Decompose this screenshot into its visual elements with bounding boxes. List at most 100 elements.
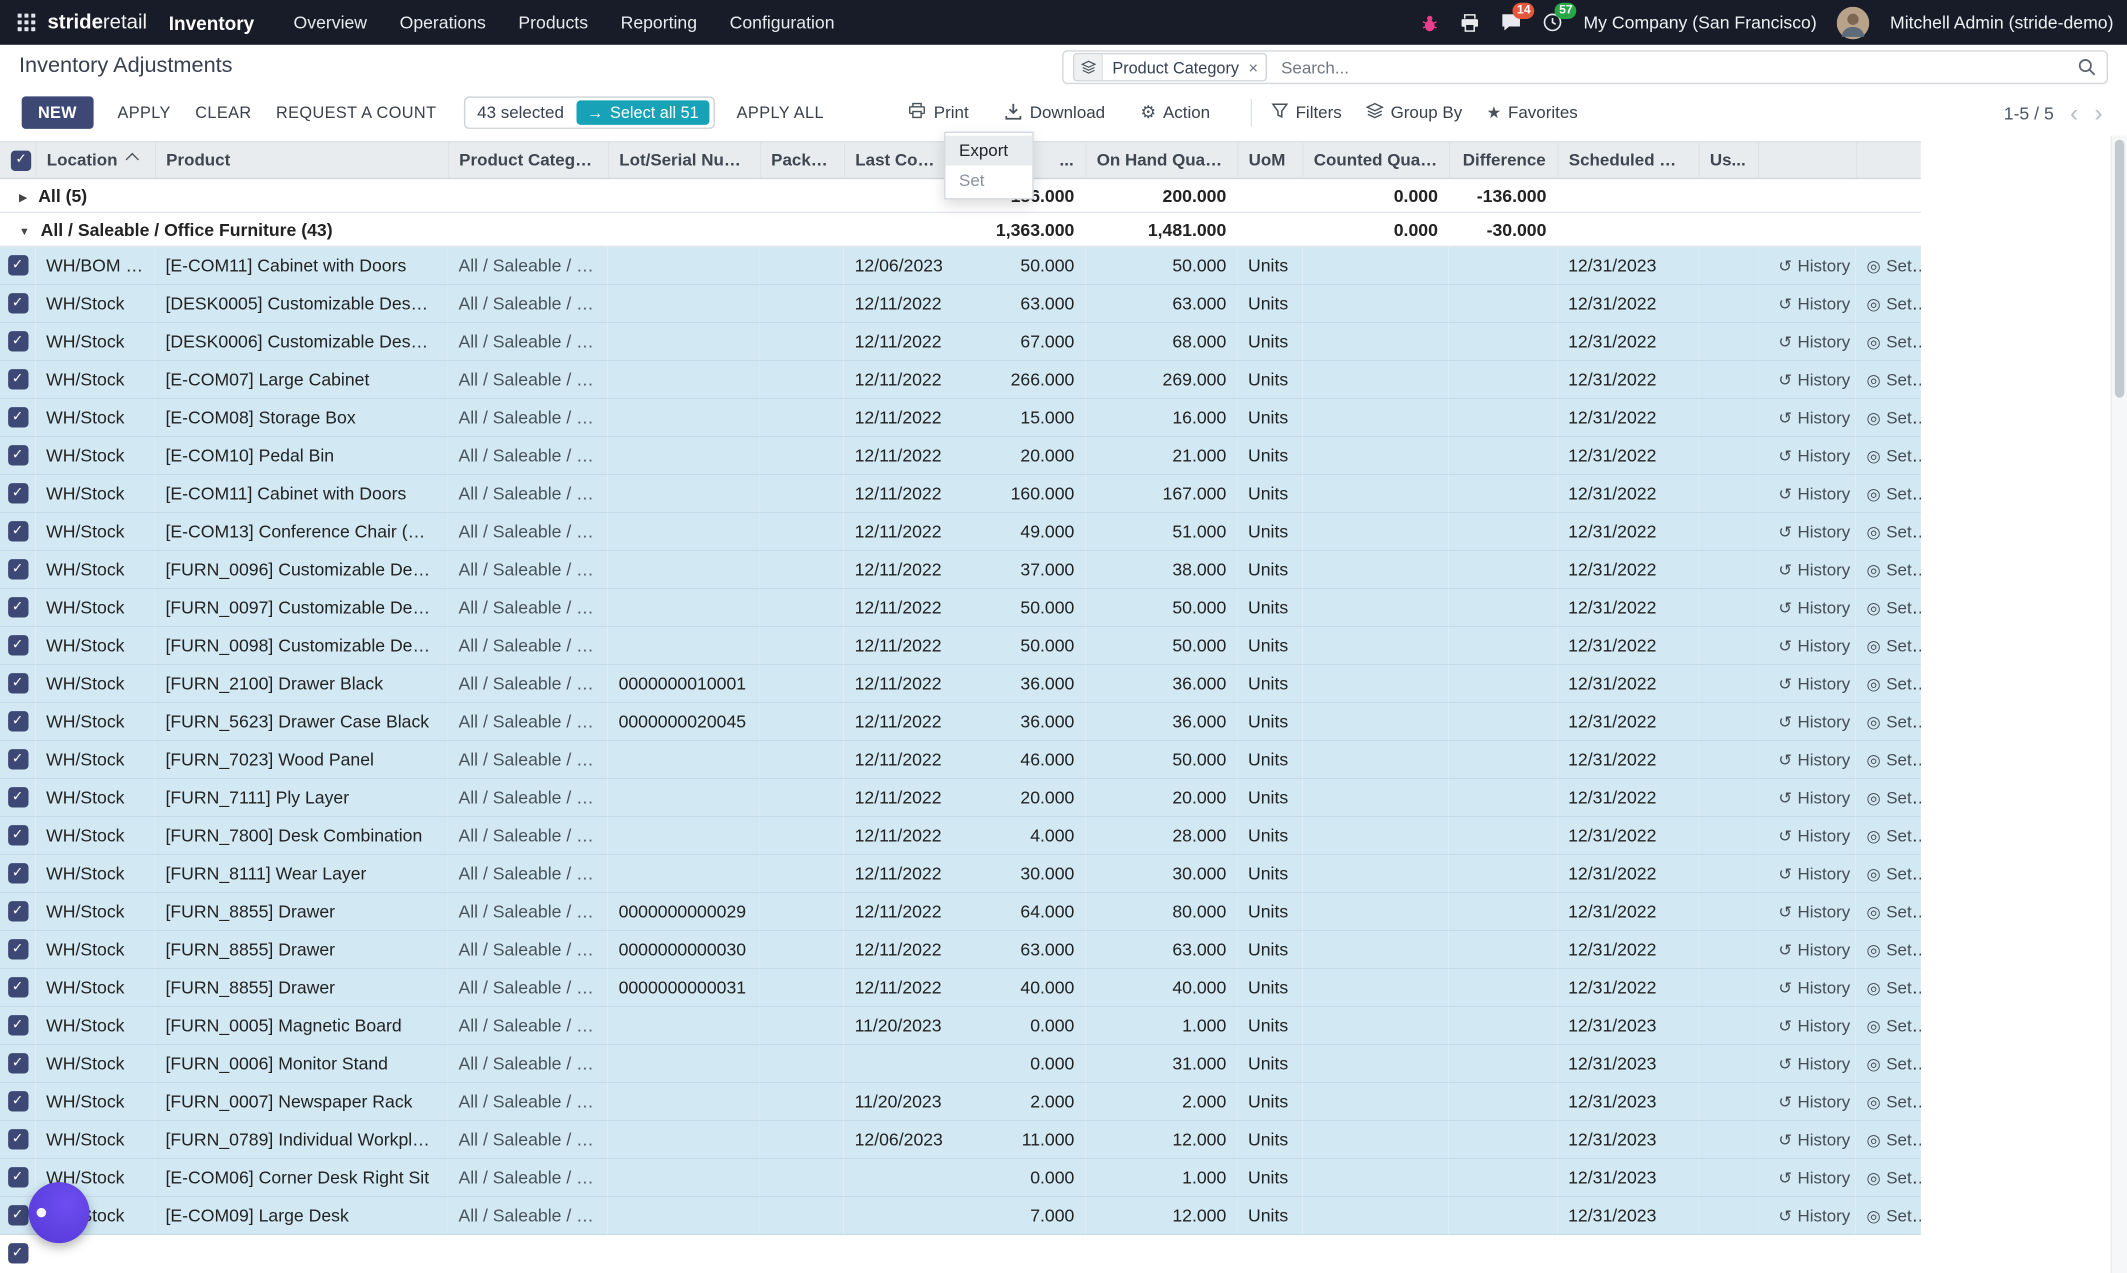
row-checkbox[interactable]: ✓ bbox=[7, 673, 27, 693]
menu-configuration[interactable]: Configuration bbox=[715, 7, 850, 38]
table-row[interactable]: ✓WH/Stock[DESK0005] Customizable Desk (C… bbox=[0, 284, 1921, 322]
history-button[interactable]: ↺History bbox=[1778, 940, 1850, 959]
search-bar[interactable]: Product Category × bbox=[1062, 50, 2108, 84]
row-checkbox[interactable]: ✓ bbox=[7, 863, 27, 883]
set-button[interactable]: ◎Set bbox=[1867, 750, 1912, 769]
column-header-location[interactable]: Location bbox=[35, 142, 154, 179]
row-checkbox[interactable]: ✓ bbox=[7, 635, 27, 655]
group-by-button[interactable]: Group By bbox=[1366, 102, 1462, 124]
company-switcher[interactable]: My Company (San Francisco) bbox=[1583, 12, 1816, 32]
column-header-counted-quanti[interactable]: Counted Quanti... bbox=[1302, 142, 1449, 179]
caret-right-icon[interactable]: ▶ bbox=[19, 191, 27, 203]
row-checkbox[interactable]: ✓ bbox=[7, 977, 27, 997]
set-button[interactable]: ◎Set bbox=[1867, 332, 1912, 351]
column-header-last-count-d[interactable]: Last Count D... bbox=[844, 142, 955, 179]
history-button[interactable]: ↺History bbox=[1778, 446, 1850, 465]
history-button[interactable]: ↺History bbox=[1778, 1206, 1850, 1225]
print-button[interactable]: Print bbox=[908, 102, 969, 124]
history-button[interactable]: ↺History bbox=[1778, 256, 1850, 275]
history-button[interactable]: ↺History bbox=[1778, 712, 1850, 731]
scrollbar-thumb[interactable] bbox=[2115, 140, 2124, 398]
row-checkbox[interactable]: ✓ bbox=[7, 483, 27, 503]
column-header-packa[interactable]: Packa... bbox=[760, 142, 844, 179]
table-row[interactable]: ✓WH/Stock[FURN_0098] Customizable Desk (… bbox=[0, 626, 1921, 664]
history-button[interactable]: ↺History bbox=[1778, 294, 1850, 313]
table-row[interactable]: ✓WH/Stock[FURN_8855] DrawerAll / Saleabl… bbox=[0, 892, 1921, 930]
brand-logo[interactable]: strideretail bbox=[47, 11, 147, 34]
row-checkbox[interactable]: ✓ bbox=[7, 1243, 27, 1263]
activities-icon[interactable]: 57 bbox=[1543, 12, 1563, 32]
table-row[interactable]: ✓WH/Stock[E-COM11] Cabinet with DoorsAll… bbox=[0, 474, 1921, 512]
set-button[interactable]: ◎Set bbox=[1867, 484, 1912, 503]
set-button[interactable]: ◎Set bbox=[1867, 902, 1912, 921]
row-checkbox[interactable]: ✓ bbox=[7, 597, 27, 617]
table-row[interactable]: ✓WH/Stock[FURN_0096] Customizable Desk (… bbox=[0, 550, 1921, 588]
filters-button[interactable]: Filters bbox=[1271, 102, 1342, 124]
history-button[interactable]: ↺History bbox=[1778, 978, 1850, 997]
favorites-button[interactable]: ★ Favorites bbox=[1487, 103, 1578, 122]
menu-reporting[interactable]: Reporting bbox=[606, 7, 712, 38]
table-row[interactable]: ✓WH/Stock[FURN_7800] Desk CombinationAll… bbox=[0, 816, 1921, 854]
history-button[interactable]: ↺History bbox=[1778, 750, 1850, 769]
table-row[interactable]: ✓WH/Stock[E-COM08] Storage BoxAll / Sale… bbox=[0, 398, 1921, 436]
table-row[interactable]: ✓WH/Stock[FURN_0789] Individual Workplac… bbox=[0, 1120, 1921, 1158]
row-checkbox[interactable]: ✓ bbox=[7, 711, 27, 731]
row-checkbox[interactable]: ✓ bbox=[7, 331, 27, 351]
history-button[interactable]: ↺History bbox=[1778, 902, 1850, 921]
action-menu-item-set[interactable]: Set bbox=[945, 166, 1032, 196]
set-button[interactable]: ◎Set bbox=[1867, 446, 1912, 465]
row-checkbox[interactable]: ✓ bbox=[7, 369, 27, 389]
vertical-scrollbar[interactable] bbox=[2111, 136, 2127, 1273]
column-header-on-hand-quant[interactable]: On Hand Quant... bbox=[1085, 142, 1237, 179]
user-menu[interactable]: Mitchell Admin (stride-demo) bbox=[1890, 12, 2113, 32]
table-row[interactable]: ✓WH/Stock[FURN_8855] DrawerAll / Saleabl… bbox=[0, 968, 1921, 1006]
history-button[interactable]: ↺History bbox=[1778, 674, 1850, 693]
table-row[interactable]: ✓WH/Stock[FURN_0007] Newspaper RackAll /… bbox=[0, 1082, 1921, 1120]
history-button[interactable]: ↺History bbox=[1778, 1054, 1850, 1073]
set-button[interactable]: ◎Set bbox=[1867, 674, 1912, 693]
table-row[interactable]: ✓WH/Stock[FURN_8111] Wear LayerAll / Sal… bbox=[0, 854, 1921, 892]
row-checkbox[interactable]: ✓ bbox=[7, 939, 27, 959]
history-button[interactable]: ↺History bbox=[1778, 826, 1850, 845]
set-button[interactable]: ◎Set bbox=[1867, 712, 1912, 731]
action-menu-item-export[interactable]: Export bbox=[945, 136, 1032, 166]
row-checkbox[interactable]: ✓ bbox=[7, 1205, 27, 1225]
apply-all-button[interactable]: APPLY ALL bbox=[737, 103, 824, 122]
table-row[interactable]: ✓WH/Stock[FURN_2100] Drawer BlackAll / S… bbox=[0, 664, 1921, 702]
avatar[interactable] bbox=[1837, 6, 1870, 39]
table-row[interactable]: ✓WH/Stock[FURN_8855] DrawerAll / Saleabl… bbox=[0, 930, 1921, 968]
history-button[interactable]: ↺History bbox=[1778, 598, 1850, 617]
column-header-us[interactable]: Us... bbox=[1698, 142, 1758, 179]
group-row[interactable]: ▼All / Saleable / Office Furniture (43)1… bbox=[0, 212, 1921, 246]
column-header-lot-serial-num[interactable]: Lot/Serial Num... bbox=[608, 142, 760, 179]
column-header-difference[interactable]: Difference bbox=[1449, 142, 1558, 179]
download-button[interactable]: Download bbox=[1004, 101, 1105, 124]
row-checkbox[interactable]: ✓ bbox=[7, 255, 27, 275]
set-button[interactable]: ◎Set bbox=[1867, 522, 1912, 541]
history-button[interactable]: ↺History bbox=[1778, 332, 1850, 351]
set-button[interactable]: ◎Set bbox=[1867, 1016, 1912, 1035]
menu-operations[interactable]: Operations bbox=[385, 7, 501, 38]
table-row-partial[interactable]: ✓ bbox=[0, 1234, 1921, 1272]
caret-down-icon[interactable]: ▼ bbox=[19, 225, 30, 237]
history-button[interactable]: ↺History bbox=[1778, 484, 1850, 503]
bug-icon[interactable] bbox=[1421, 13, 1440, 32]
search-facet[interactable]: Product Category × bbox=[1073, 53, 1268, 81]
row-checkbox[interactable]: ✓ bbox=[7, 1129, 27, 1149]
printer-systray-icon[interactable] bbox=[1460, 13, 1480, 32]
set-button[interactable]: ◎Set bbox=[1867, 370, 1912, 389]
action-button[interactable]: ⚙ Action bbox=[1140, 102, 1210, 124]
table-row[interactable]: ✓WH/Stock[E-COM10] Pedal BinAll / Saleab… bbox=[0, 436, 1921, 474]
row-checkbox[interactable]: ✓ bbox=[7, 293, 27, 313]
messages-icon[interactable]: 14 bbox=[1501, 12, 1523, 32]
table-row[interactable]: ✓WH/Stock[E-COM07] Large CabinetAll / Sa… bbox=[0, 360, 1921, 398]
table-row[interactable]: ✓WH/Stock[E-COM13] Conference Chair (Alu… bbox=[0, 512, 1921, 550]
row-checkbox[interactable]: ✓ bbox=[7, 825, 27, 845]
facet-remove-icon[interactable]: × bbox=[1249, 58, 1267, 77]
table-row[interactable]: ✓WH/BOM Inv[E-COM11] Cabinet with DoorsA… bbox=[0, 246, 1921, 284]
column-header-scheduled-da[interactable]: Scheduled Da... bbox=[1557, 142, 1698, 179]
row-checkbox[interactable]: ✓ bbox=[7, 407, 27, 427]
history-button[interactable]: ↺History bbox=[1778, 408, 1850, 427]
table-row[interactable]: ✓WH/Stock[FURN_0097] Customizable Desk (… bbox=[0, 588, 1921, 626]
set-button[interactable]: ◎Set bbox=[1867, 408, 1912, 427]
